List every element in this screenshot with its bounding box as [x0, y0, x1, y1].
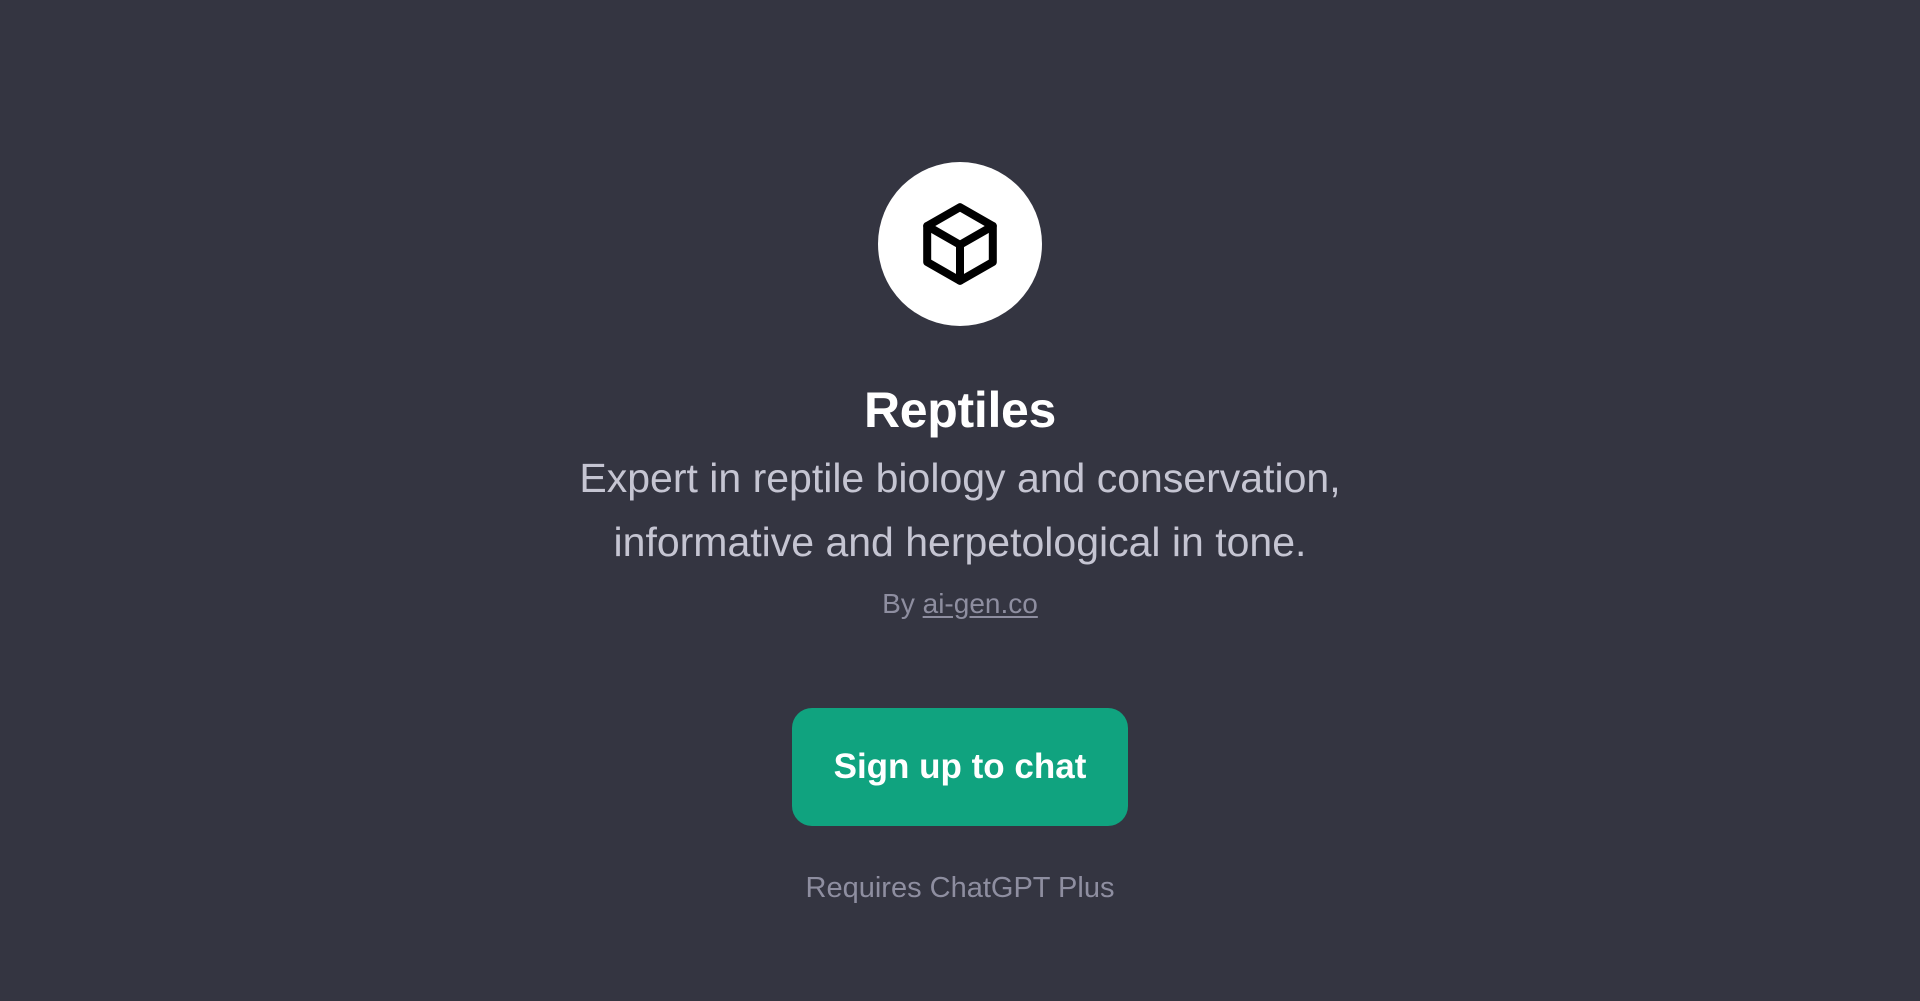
gpt-title: Reptiles — [863, 382, 1057, 438]
gpt-landing-page: Reptiles Expert in reptile biology and c… — [0, 0, 1920, 1001]
description-line-2: informative and herpetological in tone. — [613, 519, 1307, 565]
requirement-note: Requires ChatGPT Plus — [805, 872, 1115, 904]
byline: By ai-gen.co — [882, 584, 1038, 624]
author-link[interactable]: ai-gen.co — [923, 588, 1038, 619]
sign-up-button[interactable]: Sign up to chat — [792, 708, 1128, 826]
description-line-1: Expert in reptile biology and conservati… — [579, 455, 1341, 501]
gpt-profile: Reptiles Expert in reptile biology and c… — [0, 0, 1920, 908]
avatar — [878, 162, 1042, 326]
cube-icon — [923, 203, 997, 285]
byline-prefix: By — [882, 588, 915, 619]
gpt-description: Expert in reptile biology and conservati… — [510, 446, 1410, 574]
